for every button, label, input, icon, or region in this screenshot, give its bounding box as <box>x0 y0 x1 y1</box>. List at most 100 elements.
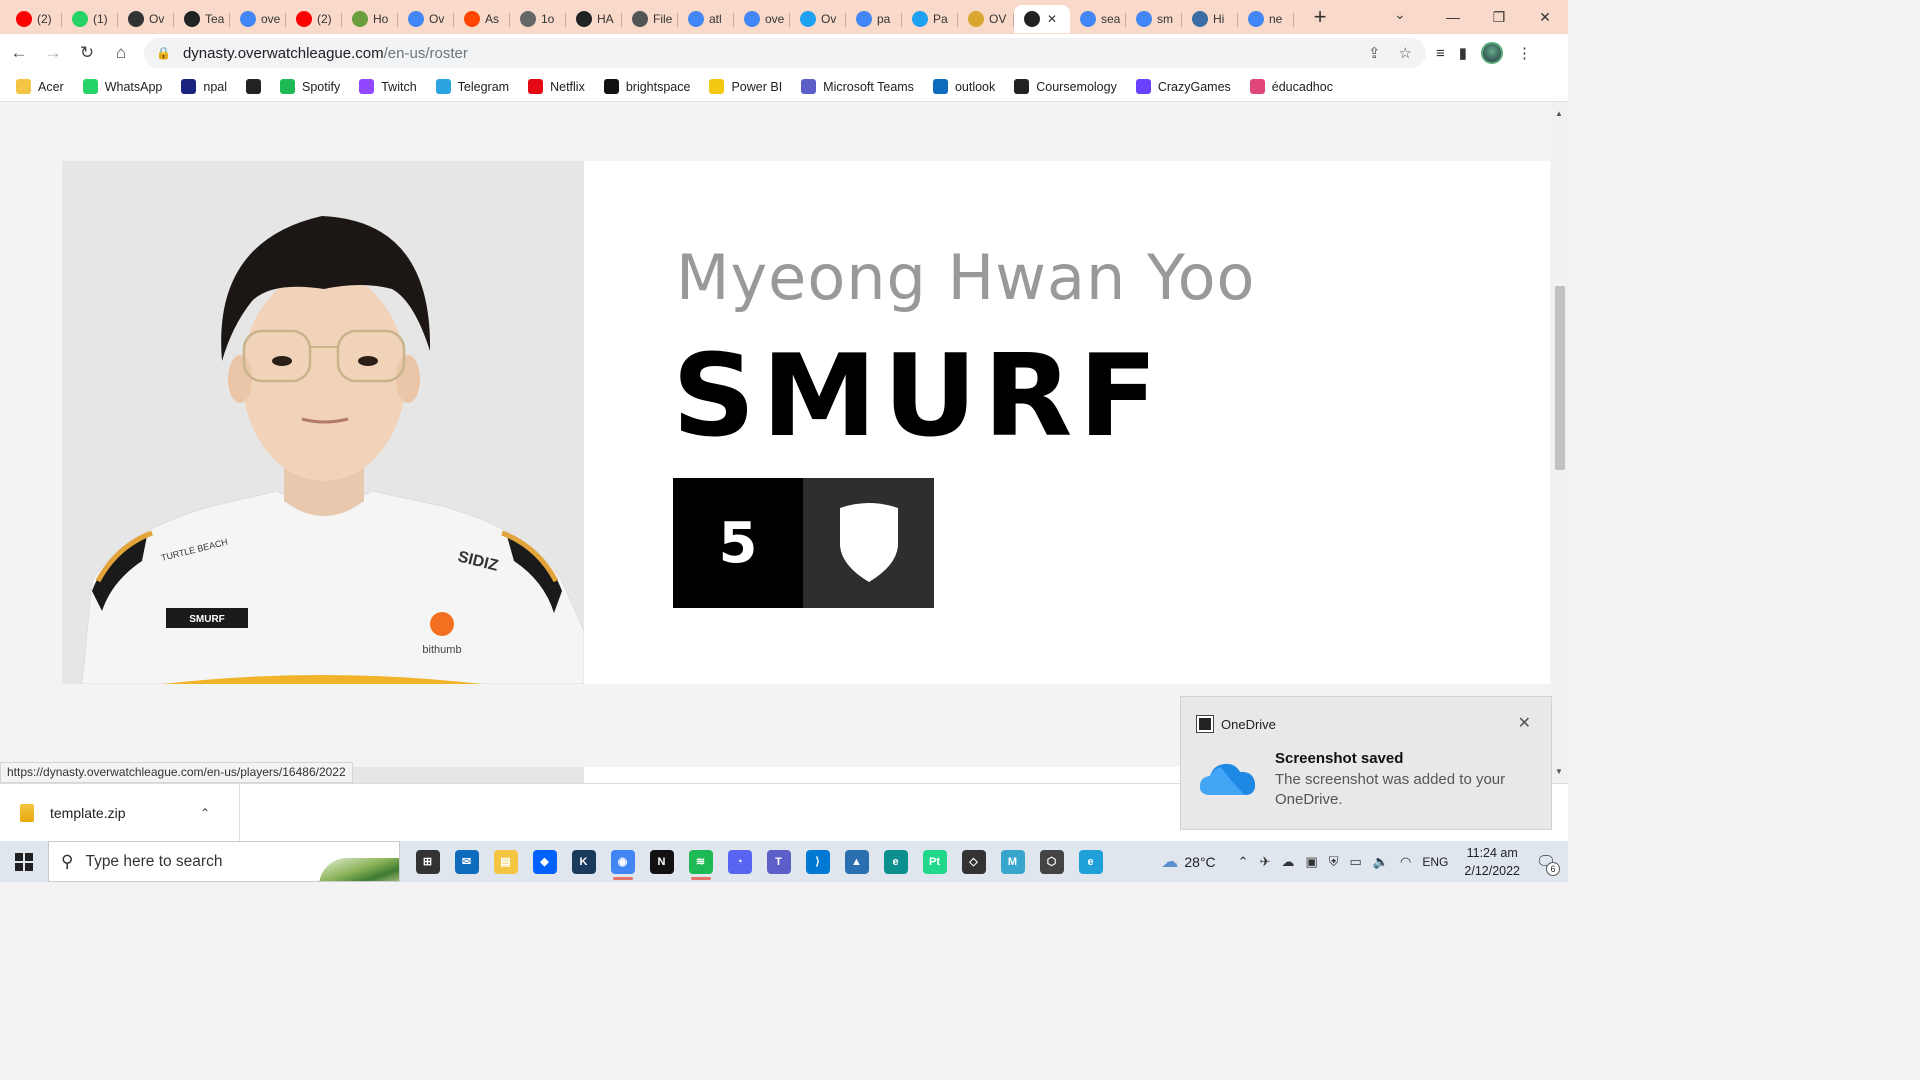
clock[interactable]: 11:24 am 2/12/2022 <box>1464 844 1520 880</box>
browser-tab[interactable]: ne <box>1238 5 1294 33</box>
security-icon[interactable]: ⛨ <box>1329 854 1339 870</box>
bookmark-label: WhatsApp <box>104 79 163 94</box>
taskbar-app[interactable]: ✉ <box>447 841 486 882</box>
browser-tab[interactable]: ove <box>230 5 286 33</box>
toast-close-button[interactable]: ✕ <box>1518 713 1531 733</box>
browser-tab[interactable]: Ov <box>398 5 454 33</box>
onedrive-notification[interactable]: OneDrive ✕ Screenshot saved The screensh… <box>1180 696 1552 830</box>
bookmark-item[interactable]: Spotify <box>280 79 340 94</box>
profile-avatar[interactable] <box>1481 42 1504 64</box>
taskbar-app[interactable]: N <box>642 841 681 882</box>
player-card[interactable]: SMURF TURTLE BEACH SIDIZ bithumb Myeong … <box>62 161 1550 684</box>
browser-tab[interactable]: atl <box>678 5 734 33</box>
onedrive-tray-icon[interactable]: ☁ <box>1281 854 1294 870</box>
browser-tab[interactable]: (2) <box>6 5 62 33</box>
browser-tab[interactable]: (2) <box>286 5 342 33</box>
browser-tab[interactable]: Ho <box>342 5 398 33</box>
taskbar-app[interactable]: ◉ <box>603 841 642 882</box>
browser-tab[interactable]: sea <box>1070 5 1126 33</box>
page-scrollbar[interactable]: ▲ ▼ <box>1552 103 1568 783</box>
chevron-up-icon[interactable]: ⌃ <box>200 806 210 820</box>
volume-icon[interactable]: 🔈 <box>1373 854 1389 870</box>
download-item[interactable]: template.zip ⌃ <box>0 783 240 842</box>
share-icon[interactable]: ⇪ <box>1368 44 1381 62</box>
browser-tab[interactable]: Ov <box>118 5 174 33</box>
wifi-icon[interactable]: ◠ <box>1400 854 1411 870</box>
browser-tab[interactable]: File <box>622 5 678 33</box>
forward-button[interactable]: → <box>38 38 68 68</box>
taskbar-app[interactable]: ▲ <box>837 841 876 882</box>
tab-search-chevron-icon[interactable]: ⌄ <box>1394 6 1406 23</box>
browser-tab[interactable]: Pa <box>902 5 958 33</box>
bookmark-item[interactable]: éducadhoc <box>1249 79 1333 94</box>
taskbar-app[interactable]: M <box>993 841 1032 882</box>
taskbar-app[interactable]: ⬡ <box>1032 841 1071 882</box>
bookmark-item[interactable]: WhatsApp <box>82 79 163 94</box>
browser-tab[interactable]: Hi <box>1182 5 1238 33</box>
browser-tab[interactable]: As <box>454 5 510 33</box>
battery-icon[interactable]: ▭ <box>1350 854 1362 870</box>
taskbar-app[interactable]: K <box>564 841 603 882</box>
restore-button[interactable]: ❐ <box>1476 0 1522 34</box>
browser-tab[interactable]: sm <box>1126 5 1182 33</box>
home-button[interactable]: ⌂ <box>106 38 136 68</box>
browser-tab[interactable]: Ov <box>790 5 846 33</box>
file-explorer-icon: ▤ <box>493 849 518 874</box>
scroll-down-arrow-icon[interactable]: ▼ <box>1555 767 1563 776</box>
taskbar-app[interactable]: ⊞ <box>408 841 447 882</box>
bookmark-item[interactable] <box>246 79 262 94</box>
minimize-button[interactable]: — <box>1430 0 1476 34</box>
bookmark-item[interactable]: outlook <box>932 79 995 94</box>
browser-tab[interactable]: ove <box>734 5 790 33</box>
new-tab-button[interactable]: + <box>1308 4 1332 30</box>
address-bar[interactable]: 🔒 dynasty.overwatchleague.com /en-us/ros… <box>144 38 1426 68</box>
bookmark-item[interactable]: CrazyGames <box>1135 79 1231 94</box>
browser-tab[interactable]: Tea <box>174 5 230 33</box>
bookmark-star-icon[interactable]: ☆ <box>1399 44 1412 62</box>
taskbar-app[interactable]: e <box>876 841 915 882</box>
browser-tab[interactable]: ✕ <box>1014 5 1070 33</box>
browser-tab[interactable]: pa <box>846 5 902 33</box>
bookmark-item[interactable]: npal <box>181 79 227 94</box>
close-tab-icon[interactable]: ✕ <box>1047 12 1057 26</box>
taskbar-app[interactable]: ⟩ <box>798 841 837 882</box>
bookmark-item[interactable]: Coursemology <box>1014 79 1117 94</box>
bookmark-item[interactable]: brightspace <box>603 79 690 94</box>
bookmark-label: Twitch <box>381 79 417 94</box>
bookmark-item[interactable]: Telegram <box>435 79 509 94</box>
bookmark-item[interactable]: Microsoft Teams <box>801 79 914 94</box>
back-button[interactable]: ← <box>4 38 34 68</box>
bookmark-item[interactable]: Power BI <box>709 79 782 94</box>
lock-icon[interactable]: 🔒 <box>156 46 171 60</box>
start-button[interactable] <box>0 841 48 882</box>
media-control-icon[interactable]: ≡ <box>1436 45 1445 62</box>
side-panel-icon[interactable]: ▮ <box>1459 44 1467 62</box>
bookmark-item[interactable]: Netflix <box>528 79 585 94</box>
browser-tab[interactable]: (1) <box>62 5 118 33</box>
browser-tab[interactable]: 1o <box>510 5 566 33</box>
reload-button[interactable]: ↻ <box>72 38 102 68</box>
close-window-button[interactable]: ✕ <box>1522 0 1568 34</box>
taskbar-app[interactable]: ▤ <box>486 841 525 882</box>
network-status-icon[interactable]: ✈ <box>1260 854 1271 870</box>
scroll-up-arrow-icon[interactable]: ▲ <box>1555 109 1563 118</box>
taskbar-app[interactable]: Pt <box>915 841 954 882</box>
taskbar-search-box[interactable]: ⚲ Type here to search <box>48 841 400 882</box>
browser-tab[interactable]: OV <box>958 5 1014 33</box>
menu-kebab-icon[interactable]: ⋮ <box>1517 44 1532 62</box>
language-indicator[interactable]: ENG <box>1422 855 1448 869</box>
taskbar-app[interactable]: ◔ <box>720 841 759 882</box>
show-hidden-icons-chevron-icon[interactable]: ⌃ <box>1238 854 1249 870</box>
taskbar-app[interactable]: ◇ <box>954 841 993 882</box>
taskbar-app[interactable]: ≋ <box>681 841 720 882</box>
taskbar-app[interactable]: T <box>759 841 798 882</box>
scroll-thumb[interactable] <box>1555 286 1565 470</box>
device-icon[interactable]: ▣ <box>1305 854 1317 870</box>
notification-center-button[interactable]: 🗨 6 <box>1532 848 1560 876</box>
taskbar-app[interactable]: e <box>1071 841 1110 882</box>
weather-widget[interactable]: ☁ 28°C <box>1161 852 1215 872</box>
bookmark-item[interactable]: Acer <box>16 79 64 94</box>
browser-tab[interactable]: HA <box>566 5 622 33</box>
taskbar-app[interactable]: ◆ <box>525 841 564 882</box>
bookmark-item[interactable]: Twitch <box>359 79 417 94</box>
